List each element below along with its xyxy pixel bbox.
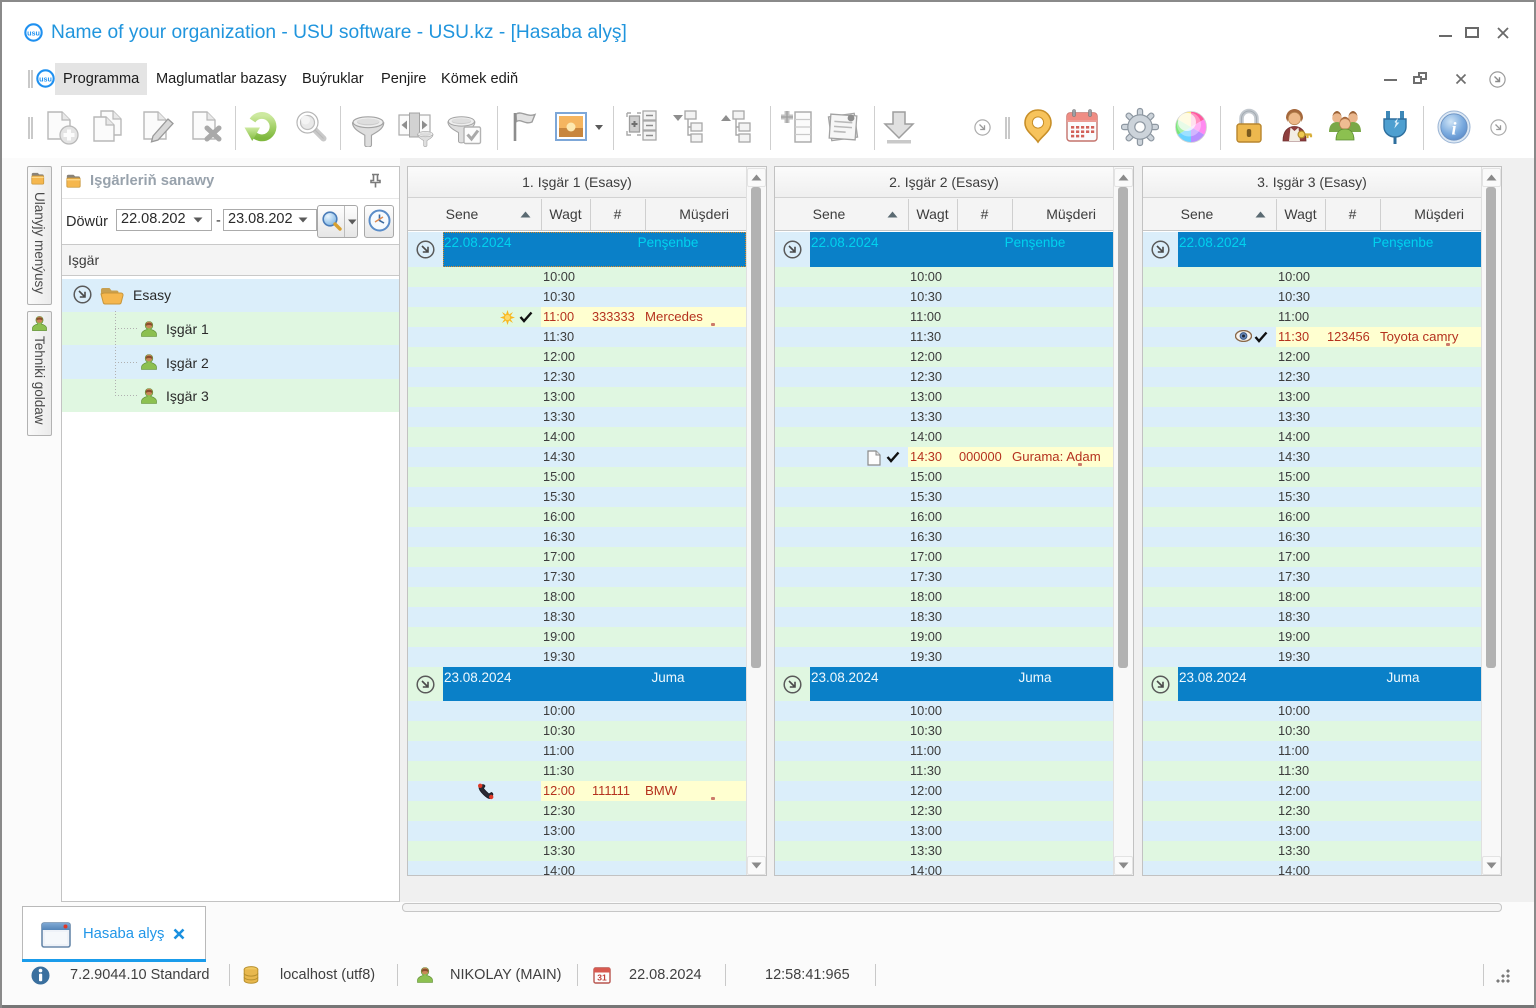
svg-text:usu: usu bbox=[39, 75, 52, 84]
svg-text:usu: usu bbox=[27, 29, 40, 38]
svg-text:i: i bbox=[1451, 119, 1456, 139]
svg-text:31: 31 bbox=[597, 973, 607, 983]
